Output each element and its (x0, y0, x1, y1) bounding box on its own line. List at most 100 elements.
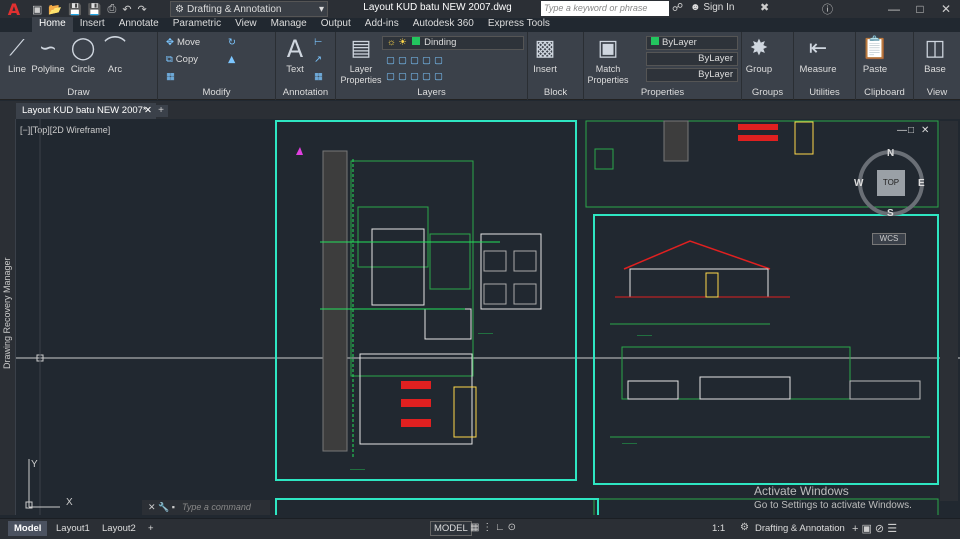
text-icon: A (286, 35, 304, 63)
compass-south[interactable]: S (887, 208, 894, 219)
minimize-button[interactable]: — (880, 0, 908, 18)
viewport-restore-icon[interactable]: □ (908, 125, 914, 136)
group-tool[interactable]: ✸ Group (742, 34, 776, 75)
status-tools-icons[interactable]: + ▣ ⊘ ☰ (852, 522, 897, 535)
close-command-icon[interactable]: ✕ 🔧 ▪ (148, 500, 175, 515)
redo-icon[interactable]: ↷ (138, 3, 147, 16)
measure-tool[interactable]: ⇤ Measure (798, 34, 838, 75)
base-tool[interactable]: ◫ Base (918, 34, 952, 75)
panel-title-modify[interactable]: Modify (158, 87, 275, 98)
model-space-button[interactable]: MODEL (430, 521, 472, 536)
gear-icon[interactable]: ⚙ (740, 522, 749, 533)
panel-title-view[interactable]: View (914, 87, 960, 98)
layout-tab-layout2[interactable]: Layout2 (96, 521, 142, 536)
paste-tool[interactable]: 📋 Paste (858, 34, 892, 75)
tab-add-ins[interactable]: Add-ins (358, 17, 406, 32)
maximize-button[interactable]: □ (906, 0, 934, 18)
tab-insert[interactable]: Insert (73, 17, 112, 32)
tab-parametric[interactable]: Parametric (166, 17, 228, 32)
layout-tab-layout1[interactable]: Layout1 (50, 521, 96, 536)
add-layout-button[interactable]: + (142, 521, 160, 536)
tab-express-tools[interactable]: Express Tools (481, 17, 557, 32)
hatched-wall (322, 150, 348, 452)
tab-view[interactable]: View (228, 17, 264, 32)
grid-snap-icons[interactable]: ▦ ⋮ ∟ ⊙ (470, 522, 516, 533)
panel-title-utilities[interactable]: Utilities (794, 87, 855, 98)
ucs-x-label: X (66, 497, 73, 508)
dimension-tool[interactable]: ⊢ (314, 36, 325, 50)
new-tab-button[interactable]: + (154, 105, 168, 117)
status-workspace[interactable]: Drafting & Annotation (755, 523, 845, 534)
exchange-apps-icon[interactable]: ✖ (760, 1, 769, 14)
copy-tool[interactable]: ⧉ Copy (166, 53, 198, 67)
panel-title-clipboard[interactable]: Clipboard (856, 87, 913, 98)
compass-west[interactable]: W (854, 178, 863, 189)
command-line[interactable]: ✕ 🔧 ▪ Type a command (142, 500, 270, 515)
linetype-dropdown[interactable]: ByLayer (646, 52, 738, 66)
stretch-tool[interactable]: ▦ (166, 70, 178, 84)
compass-north[interactable]: N (887, 148, 894, 159)
tab-autodesk-360[interactable]: Autodesk 360 (406, 17, 481, 32)
lineweight-dropdown[interactable]: ByLayer (646, 68, 738, 82)
save-icon[interactable]: 💾 (68, 3, 82, 16)
panel-layers: ▤ Layer Properties ☼ ☀ Dinding ▢ ▢ ▢ ▢ ▢ … (336, 32, 528, 100)
new-file-icon[interactable]: ▣ (32, 3, 42, 16)
file-tab[interactable]: Layout KUD batu NEW 2007* ✕ (16, 103, 156, 119)
wcs-menu[interactable]: WCS (872, 233, 906, 245)
open-file-icon[interactable]: 📂 (48, 3, 62, 16)
save-as-icon[interactable]: 💾 (88, 3, 102, 16)
text-tool[interactable]: A Text (278, 34, 312, 75)
rotate-tool[interactable]: ↻ (228, 36, 239, 50)
workspace-switcher[interactable]: ⚙ Drafting & Annotation ▾ (170, 1, 328, 17)
close-tab-icon[interactable]: ✕ (144, 103, 152, 119)
arc-tool[interactable]: ⌒ Arc (98, 34, 132, 75)
insert-tool[interactable]: ▩ Insert (528, 34, 562, 75)
tab-manage[interactable]: Manage (264, 17, 314, 32)
drawing-canvas[interactable]: Drawing Recovery Manager [−][Top][2D Wir… (0, 119, 960, 515)
panel-draw: ⟋ Line ∽ Polyline ◯ Circle ⌒ Arc Draw (0, 32, 158, 100)
circle-tool[interactable]: ◯ Circle (66, 34, 100, 75)
polyline-tool[interactable]: ∽ Polyline (30, 34, 66, 75)
layout-tab-model[interactable]: Model (8, 521, 48, 536)
tab-annotate[interactable]: Annotate (112, 17, 166, 32)
application-menu-button[interactable]: A (0, 0, 28, 19)
print-icon[interactable]: ⎙ (108, 3, 117, 16)
tab-home[interactable]: Home (32, 17, 73, 32)
layer-properties-tool[interactable]: ▤ Layer Properties (338, 34, 384, 86)
close-button[interactable]: ✕ (932, 0, 960, 18)
panel-title-draw[interactable]: Draw (0, 87, 157, 98)
rotate-icon: ↻ (228, 37, 236, 48)
table-tool[interactable]: ▦ (314, 70, 326, 84)
move-tool[interactable]: ✥ Move (166, 36, 200, 50)
help-icon[interactable]: ⓘ (822, 1, 833, 17)
binoculars-icon[interactable]: ☍ (672, 1, 683, 14)
panel-title-properties[interactable]: Properties (584, 87, 741, 98)
polyline-label: Polyline (31, 64, 65, 75)
compass-east[interactable]: E (918, 178, 925, 189)
undo-icon[interactable]: ↶ (122, 3, 131, 16)
leader-tool[interactable]: ↗ (314, 53, 325, 67)
hatched-wall-2 (663, 120, 689, 162)
viewport-close-icon[interactable]: ✕ (921, 125, 929, 136)
command-input[interactable]: Type a command (182, 502, 251, 512)
viewport-minimize-icon[interactable]: — (897, 125, 907, 136)
red-vehicle-4 (738, 124, 778, 130)
sign-in-button[interactable]: ☻ Sign In (690, 2, 734, 13)
color-dropdown[interactable]: ByLayer (646, 36, 738, 50)
annotation-scale[interactable]: 1:1 (712, 523, 725, 534)
tab-output[interactable]: Output (314, 17, 358, 32)
panel-title-annotation[interactable]: Annotation (276, 87, 335, 98)
layer-tools-row-2[interactable]: ▢ ▢ ▢ ▢ ▢ (386, 70, 446, 84)
search-input[interactable]: Type a keyword or phrase (541, 1, 669, 16)
layer-tools-row-1[interactable]: ▢ ▢ ▢ ▢ ▢ (386, 54, 446, 68)
panel-title-block[interactable]: Block (528, 87, 583, 98)
viewcube-top[interactable]: TOP (877, 170, 905, 196)
color-swatch (411, 37, 420, 45)
match-properties-tool[interactable]: ▣ Match Properties (586, 34, 630, 86)
line-tool[interactable]: ⟋ Line (0, 34, 34, 75)
panel-title-groups[interactable]: Groups (742, 87, 793, 98)
mirror-tool[interactable]: ▲ (228, 53, 238, 67)
red-vehicle-5 (738, 135, 778, 141)
panel-title-layers[interactable]: Layers (336, 87, 527, 98)
layer-dropdown[interactable]: ☼ ☀ Dinding (382, 36, 524, 50)
